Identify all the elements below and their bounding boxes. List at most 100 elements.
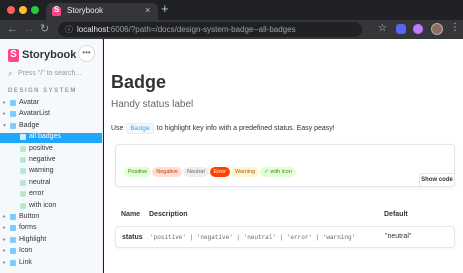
sidebar-item-label: with icon xyxy=(29,201,57,209)
sidebar-story-item[interactable]: neutral xyxy=(0,178,102,189)
sidebar-story-item[interactable]: positive xyxy=(0,144,102,155)
forward-arrow-icon[interactable]: → xyxy=(24,22,35,36)
story-icon xyxy=(20,202,26,209)
sidebar-item-label: error xyxy=(29,190,44,198)
sidebar-item-label: Avatar xyxy=(19,99,40,106)
badge-label: Error xyxy=(213,169,226,175)
story-icon xyxy=(20,179,26,186)
sidebar-item-label: neutral xyxy=(29,178,51,186)
search-input[interactable]: ⌕ Press "/" to search... xyxy=(8,68,96,82)
sidebar-component-item[interactable]: ▸ Button xyxy=(0,213,102,223)
prop-default: "neutral" xyxy=(385,233,412,240)
story-icon xyxy=(20,168,26,175)
sidebar-story-item[interactable]: warning xyxy=(0,167,102,177)
description: Use Badge to highlight key info with a p… xyxy=(111,123,335,134)
story-icon xyxy=(20,191,26,198)
sidebar-component-item[interactable]: ▸ Link xyxy=(0,258,102,269)
props-header-description: Description xyxy=(149,211,188,218)
component-icon xyxy=(10,236,16,243)
sidebar-menu-button[interactable]: ••• xyxy=(78,45,95,62)
description-text: Use xyxy=(111,125,124,132)
sidebar-component-item[interactable]: ▸ Avatar xyxy=(0,99,102,109)
tab-title: Storybook xyxy=(67,6,104,15)
sidebar-story-item[interactable]: negative xyxy=(0,156,102,166)
browser-tab[interactable]: Storybook × xyxy=(46,3,158,20)
url-host: localhost xyxy=(77,25,109,34)
chevron-right-icon: ▸ xyxy=(3,111,7,118)
props-table-row: status 'positive' | 'negative' | 'neutra… xyxy=(115,226,455,248)
bookmark-star-icon[interactable]: ☆ xyxy=(378,23,387,34)
chevron-right-icon: ▸ xyxy=(3,225,7,232)
component-icon xyxy=(10,122,16,129)
sidebar-item-label: positive xyxy=(29,144,53,152)
sidebar-item-label: warning xyxy=(29,167,54,175)
section-label: DESIGN SYSTEM xyxy=(8,88,77,94)
badge-error: Error xyxy=(209,167,230,177)
docs-panel: Badge Handy status label Use Badge to hi… xyxy=(104,39,463,273)
story-preview: Positive Negative Neutral Error Warning ✓ wit… xyxy=(115,144,455,187)
sidebar-component-item[interactable]: ▸ Highlight xyxy=(0,235,102,246)
minimize-window-button[interactable] xyxy=(19,6,27,14)
url-path: :6006/?path=/docs/design-system-badge--a… xyxy=(108,25,296,34)
chevron-right-icon: ▸ xyxy=(3,248,7,255)
badge-negative: Negative xyxy=(152,167,182,177)
sidebar-component-item[interactable]: ▾ Badge xyxy=(0,122,102,132)
component-icon xyxy=(10,100,16,106)
props-header-name: Name xyxy=(121,211,141,218)
story-icon xyxy=(20,134,26,141)
tab-close-icon[interactable]: × xyxy=(145,5,150,15)
sidebar-item-label: Icon xyxy=(19,247,33,255)
badge-label: Neutral xyxy=(186,169,205,175)
chevron-down-icon: ▾ xyxy=(3,122,7,129)
badge-label: Positive xyxy=(128,169,148,175)
sidebar-item-label: Button xyxy=(19,213,40,220)
sidebar-story-item[interactable]: error xyxy=(0,190,102,200)
sidebar: Storybook ••• ⌕ Press "/" to search... D… xyxy=(0,39,103,273)
sidebar-item-label: negative xyxy=(29,156,56,163)
component-icon xyxy=(10,225,16,232)
profile-avatar[interactable] xyxy=(431,23,443,35)
prop-type: 'positive' | 'negative' | 'neutral' | 'e… xyxy=(150,234,356,241)
sidebar-item-label: Link xyxy=(19,258,32,266)
new-tab-button[interactable]: + xyxy=(161,2,169,16)
story-icon xyxy=(20,157,26,163)
sidebar-story-item[interactable]: all badges xyxy=(0,133,102,144)
browser-menu-icon[interactable]: ⋮ xyxy=(450,22,460,33)
logo-text: Storybook xyxy=(22,49,77,61)
story-icon xyxy=(20,145,26,152)
sidebar-item-label: Highlight xyxy=(19,235,47,243)
badge-label: Warning xyxy=(234,169,256,175)
badge-positive: Positive xyxy=(124,167,152,177)
url-text: localhost:6006/?path=/docs/design-system… xyxy=(77,25,296,34)
props-header-default: Default xyxy=(384,211,408,218)
sidebar-story-item[interactable]: with icon xyxy=(0,201,102,212)
component-icon xyxy=(10,248,16,255)
component-icon xyxy=(10,214,16,220)
maximize-window-button[interactable] xyxy=(31,6,39,14)
sidebar-component-item[interactable]: ▸ forms xyxy=(0,224,102,234)
reload-icon[interactable]: ↻ xyxy=(40,22,49,36)
badge-warning: Warning xyxy=(230,167,260,177)
extension-icon[interactable] xyxy=(396,24,406,34)
sidebar-component-item[interactable]: ▸ Icon xyxy=(0,247,102,257)
address-bar[interactable]: ⓘ localhost:6006/?path=/docs/design-syst… xyxy=(58,22,362,37)
close-window-button[interactable] xyxy=(7,6,15,14)
component-icon xyxy=(10,111,16,118)
storybook-logo-icon xyxy=(8,49,19,62)
sidebar-item-label: AvatarList xyxy=(19,110,50,118)
badge-positive: ✓ with icon xyxy=(260,167,296,177)
extension-icon[interactable] xyxy=(413,24,423,34)
badge-label: with icon xyxy=(270,169,292,175)
info-icon[interactable]: ⓘ xyxy=(65,24,73,35)
chevron-right-icon: ▸ xyxy=(3,100,7,106)
browser-tab-bar: Storybook × + xyxy=(0,0,463,20)
badge-label: Negative xyxy=(156,169,178,175)
sidebar-item-label: forms xyxy=(19,224,37,232)
component-icon xyxy=(10,259,16,266)
back-arrow-icon[interactable]: ← xyxy=(7,22,18,36)
search-icon: ⌕ xyxy=(8,69,13,78)
sidebar-component-item[interactable]: ▸ AvatarList xyxy=(0,110,102,120)
page-title: Badge xyxy=(111,72,167,92)
storybook-favicon-icon xyxy=(52,5,61,16)
show-code-button[interactable]: Show code xyxy=(419,173,455,187)
